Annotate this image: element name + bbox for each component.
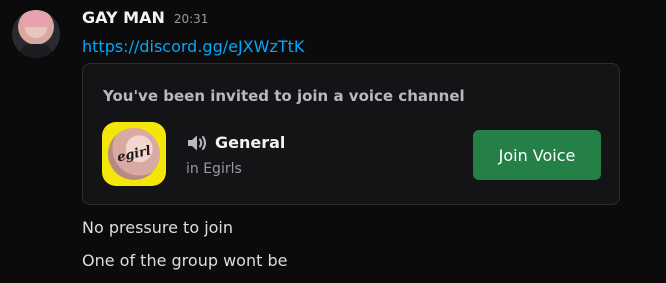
voice-invite-card: You've been invited to join a voice chan… <box>82 63 620 205</box>
invite-link[interactable]: https://discord.gg/eJXWzTtK <box>82 37 304 56</box>
server-icon[interactable]: egirl <box>102 122 166 186</box>
join-voice-button[interactable]: Join Voice <box>473 130 601 180</box>
username[interactable]: GAY MAN <box>82 8 165 27</box>
speaker-icon <box>188 135 206 150</box>
invite-heading: You've been invited to join a voice chan… <box>103 87 465 105</box>
message-text-line: No pressure to join <box>82 218 234 237</box>
voice-channel-row: General <box>186 133 285 152</box>
message-timestamp: 20:31 <box>173 12 209 26</box>
server-icon-label: egirl <box>115 143 153 165</box>
server-icon-image: egirl <box>108 128 160 180</box>
user-avatar[interactable] <box>12 10 60 58</box>
message-header: GAY MAN 20:31 <box>82 8 208 27</box>
message-text-line: One of the group wont be <box>82 251 288 270</box>
server-name: in Egirls <box>186 161 242 177</box>
voice-channel-name: General <box>215 133 286 152</box>
